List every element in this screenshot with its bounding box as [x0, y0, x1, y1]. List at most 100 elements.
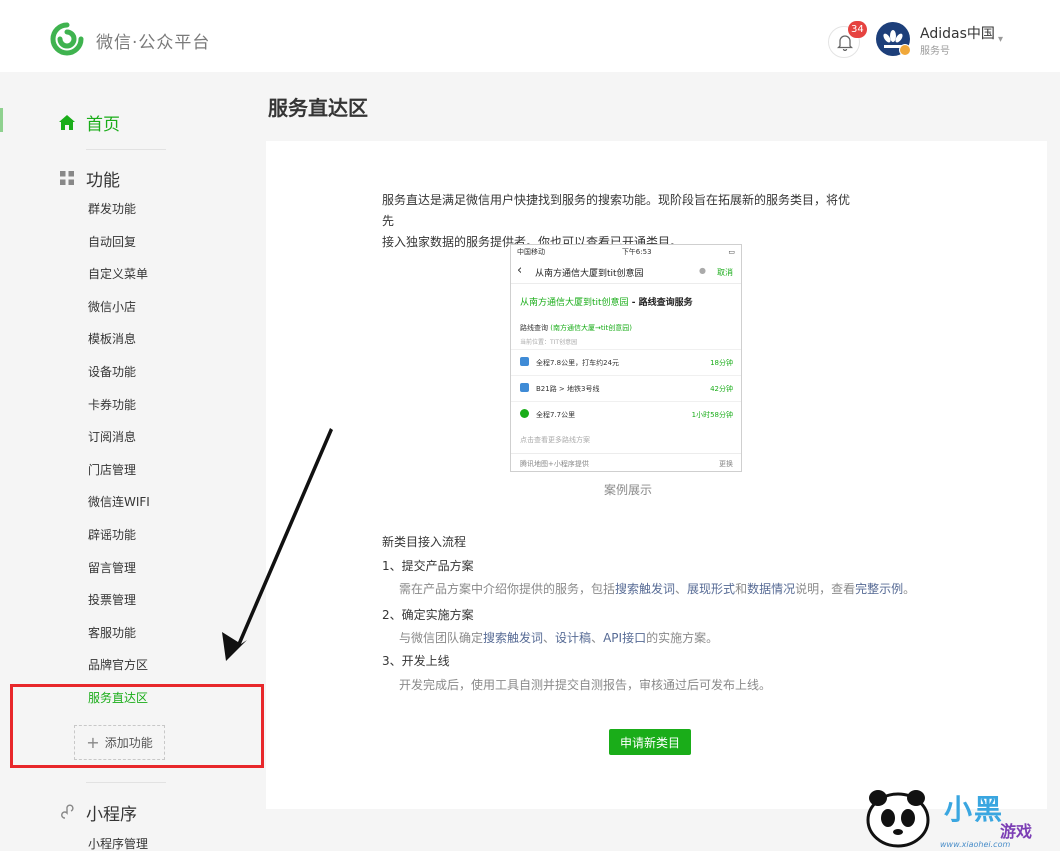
sidebar-item-wechat-store[interactable]: 微信小店	[88, 291, 150, 324]
phone-row-text: 全程7.8公里，打车约24元	[536, 359, 620, 367]
phone-result-title-b: - 路线查询服务	[628, 298, 693, 308]
step-text: 和	[735, 582, 748, 596]
sidebar-item-comments[interactable]: 留言管理	[88, 552, 150, 585]
intro-line: 服务直达是满足微信用户快捷找到服务的搜索功能。现阶段旨在拓展新的服务类目，将优先	[382, 193, 851, 228]
top-bar: 微信·公众平台 34 Adidas中国 服务号 ▾	[0, 0, 1060, 72]
step-description: 需在产品方案中介绍你提供的服务，包括搜索触发词、展现形式和数据情况说明，查看完整…	[399, 580, 915, 597]
wechat-logo-icon[interactable]	[50, 22, 84, 56]
sidebar-features-heading: 功能	[86, 170, 120, 191]
link-api-interface[interactable]: API接口	[603, 631, 646, 645]
account-name[interactable]: Adidas中国	[920, 23, 995, 43]
apply-new-category-button[interactable]: 申请新类目	[609, 729, 691, 755]
link-data-status[interactable]: 数据情况	[747, 582, 795, 596]
back-arrow-icon: ‹	[517, 263, 523, 278]
step-text: 与微信团队确定	[399, 631, 484, 645]
phone-row-time: 42分钟	[710, 385, 733, 393]
phone-change: 更换	[719, 460, 733, 468]
page-title: 服务直达区	[268, 96, 368, 120]
phone-row-time: 1小时58分钟	[691, 411, 733, 419]
phone-time: 下午6:53	[621, 248, 652, 256]
grid-icon	[60, 171, 74, 185]
link-search-trigger-words[interactable]: 搜索触发词	[483, 631, 543, 645]
step-heading: 2、确定实施方案	[382, 608, 474, 622]
link-search-trigger-words[interactable]: 搜索触发词	[615, 582, 675, 596]
flow-title: 新类目接入流程	[382, 535, 467, 549]
watermark-brand: 小黑	[944, 793, 1005, 826]
step-text: 、	[543, 631, 556, 645]
sidebar-home-label: 首页	[86, 114, 120, 135]
step-text: 开发完成后，使用工具自测并提交自测报告，审核通过后可发布上线。	[399, 678, 772, 692]
sidebar-item-mass-send[interactable]: 群发功能	[88, 193, 150, 226]
step-text: 的实施方案。	[646, 631, 719, 645]
phone-result-title: 从南方通信大厦到tit创意园 - 路线查询服务	[520, 295, 693, 308]
phone-more-routes: 点击查看更多路线方案	[520, 436, 590, 444]
phone-row-time: 18分钟	[710, 359, 733, 367]
sidebar-item-wechat-wifi[interactable]: 微信连WIFI	[88, 486, 150, 519]
taxi-icon	[520, 357, 529, 366]
sidebar-item-subscription-message[interactable]: 订阅消息	[88, 421, 150, 454]
home-icon	[59, 114, 75, 130]
step-description: 与微信团队确定搜索触发词、设计稿、API接口的实施方案。	[399, 629, 718, 646]
phone-search-query: 从南方通信大厦到tit创意园	[535, 269, 644, 279]
sidebar-menu: 群发功能 自动回复 自定义菜单 微信小店 模板消息 设备功能 卡券功能 订阅消息…	[88, 193, 150, 715]
sidebar-item-device[interactable]: 设备功能	[88, 356, 150, 389]
phone-row-text: B21路 > 地铁3号线	[536, 385, 600, 393]
phone-route-detail: (南方通信大厦→tit创意园)	[550, 324, 632, 332]
sidebar-item-rumor-debunk[interactable]: 辟谣功能	[88, 519, 150, 552]
phone-carrier: 中国移动	[517, 248, 545, 256]
sidebar-section-features: 功能	[60, 167, 120, 191]
sidebar-item-custom-menu[interactable]: 自定义菜单	[88, 258, 150, 291]
phone-route-row: B21路 > 地铁3号线 42分钟	[511, 375, 741, 401]
case-phone-mockup: 中国移动 下午6:53 ▭ ‹ 从南方通信大厦到tit创意园 ● 取消 从南方通…	[510, 244, 742, 472]
sidebar-item-brand-official[interactable]: 品牌官方区	[88, 649, 150, 682]
sidebar-item-voting[interactable]: 投票管理	[88, 584, 150, 617]
sidebar-item-store-management[interactable]: 门店管理	[88, 454, 150, 487]
chevron-down-icon[interactable]: ▾	[998, 34, 1003, 45]
sidebar-divider	[86, 782, 166, 783]
phone-result-title-a: 从南方通信大厦到tit创意园	[520, 298, 629, 308]
phone-source: 腾讯地图+小程序提供	[520, 460, 589, 468]
step-text: 、	[591, 631, 604, 645]
sidebar-item-miniprogram-manage[interactable]: 小程序管理	[88, 835, 148, 851]
phone-status-bar: 中国移动 下午6:53 ▭	[511, 245, 741, 259]
step-heading: 3、开发上线	[382, 654, 450, 668]
step-text: 说明，查看	[795, 582, 856, 596]
microphone-icon: ●	[699, 266, 706, 275]
step-text: 。	[903, 582, 916, 596]
phone-route-label: 路线查询	[520, 324, 548, 332]
sidebar-active-marker	[0, 108, 3, 132]
link-full-example[interactable]: 完整示例	[855, 582, 903, 596]
phone-row-text: 全程7.7公里	[536, 411, 576, 419]
link-design-draft[interactable]: 设计稿	[555, 631, 591, 645]
walk-icon	[520, 409, 529, 418]
phone-route-line: 路线查询 (南方通信大厦→tit创意园)	[520, 323, 632, 333]
account-type: 服务号	[920, 46, 950, 57]
link-display-format[interactable]: 展现形式	[687, 582, 735, 596]
sidebar-miniprogram-heading: 小程序	[86, 804, 137, 825]
notification-badge: 34	[848, 21, 867, 38]
verified-badge-icon	[899, 44, 911, 56]
watermark-sub: 游戏	[1000, 822, 1033, 841]
phone-cancel: 取消	[717, 268, 733, 277]
watermark-url: www.xiaohei.com	[940, 840, 1011, 849]
step-text: 、	[675, 582, 688, 596]
bus-icon	[520, 383, 529, 392]
phone-route-row: 全程7.7公里 1小时58分钟	[511, 401, 741, 427]
battery-icon: ▭	[728, 248, 735, 256]
phone-footer: 腾讯地图+小程序提供 更换	[511, 453, 741, 471]
phone-location: 当前位置：TIT创意园	[520, 339, 578, 346]
sidebar-item-customer-service[interactable]: 客服功能	[88, 617, 150, 650]
sidebar-item-home[interactable]: 首页	[58, 111, 120, 135]
case-caption: 案例展示	[604, 483, 653, 497]
phone-route-row: 全程7.8公里，打车约24元 18分钟	[511, 349, 741, 375]
brand-name[interactable]: 微信·公众平台	[96, 28, 210, 53]
sidebar-item-auto-reply[interactable]: 自动回复	[88, 226, 150, 259]
step-description: 开发完成后，使用工具自测并提交自测报告，审核通过后可发布上线。	[399, 676, 771, 693]
step-heading: 1、提交产品方案	[382, 559, 474, 573]
step-text: 需在产品方案中介绍你提供的服务，包括	[399, 582, 616, 596]
sidebar-divider	[86, 149, 166, 150]
sidebar-section-miniprogram[interactable]: 小程序	[60, 801, 137, 825]
sidebar-item-coupons[interactable]: 卡券功能	[88, 389, 150, 422]
annotation-highlight-box	[10, 684, 264, 768]
sidebar-item-template-message[interactable]: 模板消息	[88, 323, 150, 356]
